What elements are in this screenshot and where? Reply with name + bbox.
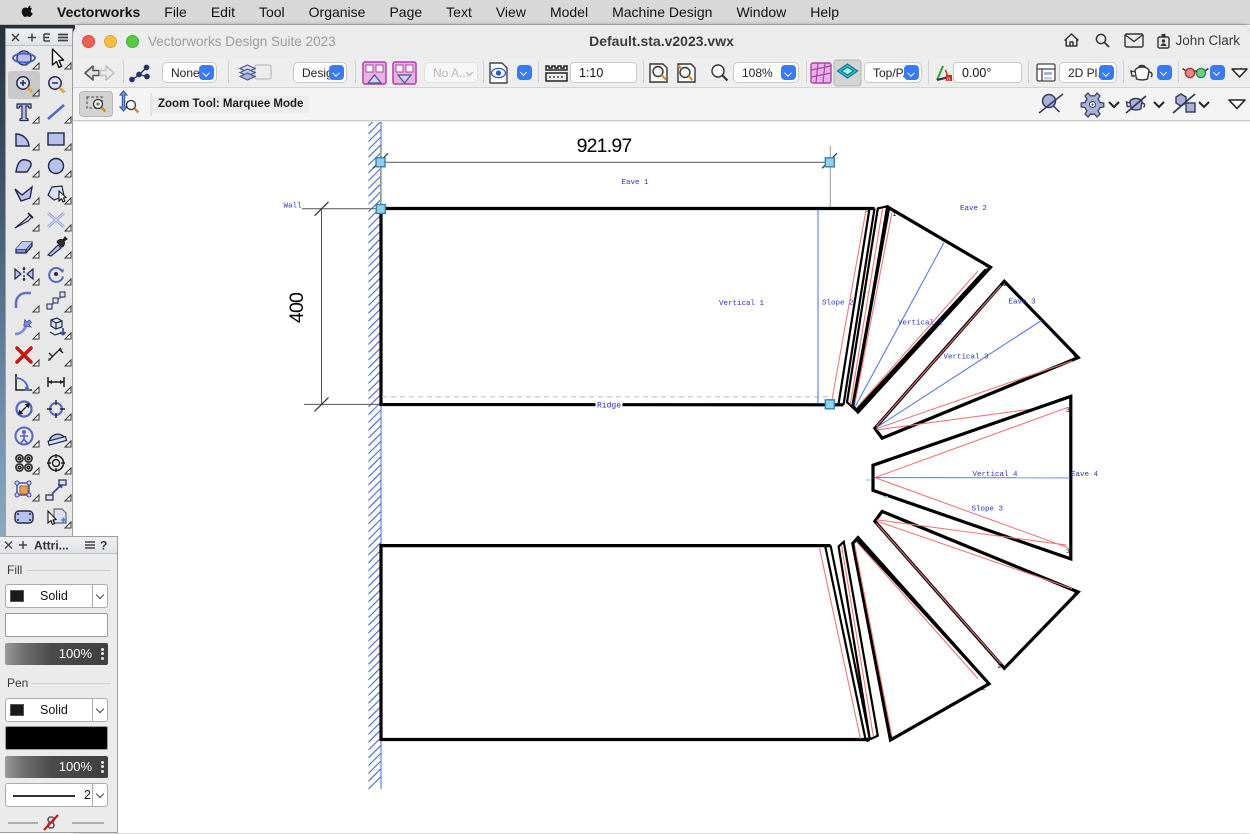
svg-text:400: 400	[286, 292, 308, 323]
svg-text:1: 1	[866, 207, 870, 214]
svg-text:3: 3	[1066, 407, 1070, 414]
svg-text:Vertical 3: Vertical 3	[944, 354, 990, 362]
svg-text:Slope 2: Slope 2	[822, 300, 854, 308]
svg-text:3: 3	[1073, 354, 1077, 361]
svg-text:Eave 1: Eave 1	[622, 179, 650, 187]
svg-text:Ridge: Ridge	[597, 402, 621, 411]
svg-text:Slope 3: Slope 3	[972, 506, 1004, 514]
svg-text:3: 3	[1073, 590, 1077, 597]
svg-text:3: 3	[1066, 548, 1070, 555]
svg-text:1: 1	[893, 211, 897, 218]
svg-text:Eave 2: Eave 2	[960, 205, 987, 213]
svg-text:2: 2	[1003, 281, 1007, 288]
svg-text:Vertical 2: Vertical 2	[898, 320, 943, 328]
svg-text:Wall: Wall	[284, 203, 303, 211]
svg-text:921.97: 921.97	[577, 135, 632, 157]
svg-text:Eave 4: Eave 4	[1071, 471, 1099, 479]
svg-text:Vertical 1: Vertical 1	[719, 300, 765, 308]
svg-text:?: ?	[100, 539, 107, 553]
svg-text:1: 1	[890, 735, 894, 742]
svg-text:1: 1	[866, 737, 870, 744]
svg-text:Eave 3: Eave 3	[1009, 299, 1037, 307]
svg-text:Attri...: Attri...	[34, 539, 69, 553]
svg-text:2: 2	[985, 265, 989, 272]
svg-text:Vertical 4: Vertical 4	[973, 471, 1019, 479]
svg-text:2: 2	[998, 663, 1002, 670]
svg-text:2: 2	[982, 685, 986, 692]
